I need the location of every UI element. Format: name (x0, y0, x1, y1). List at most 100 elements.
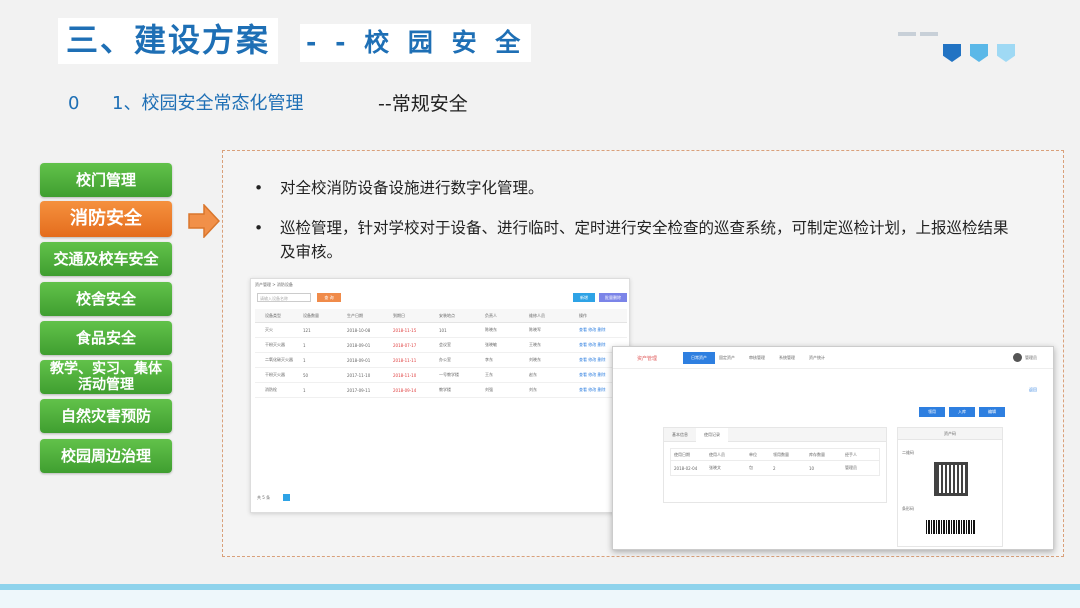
bullet-dot: • (254, 179, 264, 197)
table-cell: 教学楼 (439, 387, 451, 392)
table-header: 使用日期 使用人员 单位 领用数量 库存数量 经手人 (671, 449, 879, 461)
table-cell: 陈晓东 (485, 327, 497, 332)
table-cell: 2018-07-17 (393, 342, 417, 348)
tab-stats[interactable]: 资产统计 (809, 355, 825, 361)
nav-item-surroundings[interactable]: 校园周边治理 (40, 439, 172, 473)
table-cell: 121 (303, 327, 311, 333)
pagination: 共 5 条 (257, 495, 271, 500)
nav-item-fire-safety[interactable]: 消防安全 (40, 201, 172, 237)
shield-icon (970, 44, 988, 62)
table-cell: 干粉灭火器 (265, 372, 285, 377)
table-cell: 2018-10-08 (347, 327, 371, 333)
app-header: 资产管理 日常资产 固定资产 审核管理 系统管理 资产统计 管理员 (613, 347, 1053, 369)
table-cell: 2018-11-11 (393, 357, 417, 363)
search-input[interactable]: 请输入设备名称 (257, 293, 311, 302)
bullet-text: 巡检管理，针对学校对于设备、进行临时、定时进行安全检查的巡查系统，可制定巡检计划… (280, 219, 1009, 261)
section-marker: 0 (68, 93, 80, 114)
section-heading: 1、校园安全常态化管理 (112, 93, 304, 114)
table-cell: 消防栓 (265, 387, 277, 392)
table-cell: 李东 (485, 357, 493, 362)
col-header: 设备数量 (303, 312, 319, 318)
stock-in-button[interactable]: 入库 (949, 407, 975, 417)
tab-review[interactable]: 审核管理 (749, 355, 765, 361)
asset-code-card: 资产码 二维码 条形码 (897, 427, 1003, 547)
table-cell: 干粉灭火器 (265, 342, 285, 347)
batch-delete-button[interactable]: 批量删除 (599, 293, 627, 302)
asset-code-title: 资产码 (898, 428, 1002, 440)
table-cell: 王东 (485, 372, 493, 377)
nav-item-food[interactable]: 食品安全 (40, 321, 172, 355)
table-cell: 管理员 (845, 465, 857, 470)
tab-fixed-assets[interactable]: 固定资产 (719, 355, 735, 361)
nav-item-disaster[interactable]: 自然灾害预防 (40, 399, 172, 433)
screenshot-equipment-list: 资产管理 > 消防设备 请输入设备名称 查 询 新增 批量删除 设备类型 设备数… (250, 278, 630, 513)
search-button[interactable]: 查 询 (317, 293, 341, 302)
shield-icon (943, 44, 961, 62)
row-actions[interactable]: 查看 修改 删除 (579, 327, 619, 333)
table-row: 灭火 121 2018-10-08 2018-11-15 101 陈晓东 陈晓军 查看 修改 … (255, 323, 627, 338)
col-header: 到期日 (393, 312, 405, 318)
col-header: 使用人员 (709, 451, 725, 457)
tab-system[interactable]: 系统管理 (779, 355, 795, 361)
table-cell: 1 (303, 342, 306, 348)
nav-item-gate[interactable]: 校门管理 (40, 163, 172, 197)
page-button[interactable] (283, 494, 290, 501)
table-cell: 一号教学楼 (439, 372, 459, 377)
usage-record-card: 基本信息 使用记录 使用日期 使用人员 单位 领用数量 库存数量 经手人 201… (663, 427, 887, 503)
table-cell: 2018-02-04 (674, 465, 698, 471)
table-cell: 2018-09-14 (393, 387, 417, 393)
table-cell: 刘东 (529, 387, 537, 392)
tab-usage-record[interactable]: 使用记录 (696, 427, 728, 442)
tab-daily-assets[interactable]: 日常资产 (683, 352, 715, 364)
col-header: 生产日期 (347, 312, 363, 318)
table-cell: 张晓文 (709, 465, 721, 470)
page-title: 三、建设方案 (58, 18, 279, 64)
footer-band (0, 590, 1080, 608)
table-row: 消防栓 1 2017-09-11 2018-09-14 教学楼 刘强 刘东 查看 修改 删除 (255, 383, 627, 398)
nav-item-activities[interactable]: 教学、实习、集体活动管理 (40, 360, 172, 394)
decor-bar (920, 32, 938, 36)
tab-basic-info[interactable]: 基本信息 (664, 432, 696, 438)
col-header: 单位 (749, 451, 757, 457)
breadcrumb: 资产管理 > 消防设备 (255, 282, 293, 287)
bullet-item: • 巡检管理，针对学校对于设备、进行临时、定时进行安全检查的巡查系统，可制定巡检… (254, 216, 1032, 264)
col-header: 负责人 (485, 312, 497, 318)
col-header: 设备类型 (265, 312, 281, 318)
table-cell: 王晓东 (529, 342, 541, 347)
user-name[interactable]: 管理员 (1025, 355, 1037, 361)
col-header: 使用日期 (674, 451, 690, 457)
table-cell: 10 (809, 465, 815, 471)
table-cell: 1 (303, 387, 306, 393)
col-header: 安装地点 (439, 312, 455, 318)
table-cell: 包 (749, 465, 753, 470)
table-cell: 灭火 (265, 327, 273, 332)
table-cell: 二氧化碳灭火器 (265, 357, 293, 362)
table-cell: 1 (303, 357, 306, 363)
table-cell: 陈晓军 (529, 327, 541, 332)
back-link[interactable]: 返回 (1029, 387, 1037, 393)
table-cell: 2018-11-10 (393, 372, 417, 378)
table-cell: 刘晓东 (529, 357, 541, 362)
shield-icon (997, 44, 1015, 62)
edit-button[interactable]: 编辑 (979, 407, 1005, 417)
table-cell: 刘强 (485, 387, 493, 392)
section-category: --常规安全 (378, 93, 468, 115)
page-subtitle: - - 校 园 安 全 (300, 24, 532, 62)
table-header: 设备类型 设备数量 生产日期 到期日 安装地点 负责人 维修人员 操作 (255, 309, 627, 323)
bullet-item: • 对全校消防设备设施进行数字化管理。 (254, 176, 1022, 200)
table-row: 二氧化碳灭火器 1 2018-09-01 2018-11-11 办公室 李东 刘晓东 查看 修… (255, 353, 627, 368)
col-header: 库存数量 (809, 451, 825, 457)
usage-table: 使用日期 使用人员 单位 领用数量 库存数量 经手人 2018-02-04 张晓… (670, 448, 880, 476)
arrow-right-icon (188, 204, 220, 238)
table-row: 2018-02-04 张晓文 包 2 10 管理员 (671, 461, 879, 475)
use-button[interactable]: 领用 (919, 407, 945, 417)
nav-item-building[interactable]: 校舍安全 (40, 282, 172, 316)
table-cell: 2 (773, 465, 776, 471)
barcode-label: 条形码 (902, 506, 914, 511)
table-cell: 张晓敏 (485, 342, 497, 347)
screenshot-asset-detail: 资产管理 日常资产 固定资产 审核管理 系统管理 资产统计 管理员 返回 领用 … (612, 346, 1054, 550)
avatar[interactable] (1013, 353, 1022, 362)
col-header: 领用数量 (773, 451, 789, 457)
nav-item-traffic[interactable]: 交通及校车安全 (40, 242, 172, 276)
add-button[interactable]: 新增 (573, 293, 595, 302)
